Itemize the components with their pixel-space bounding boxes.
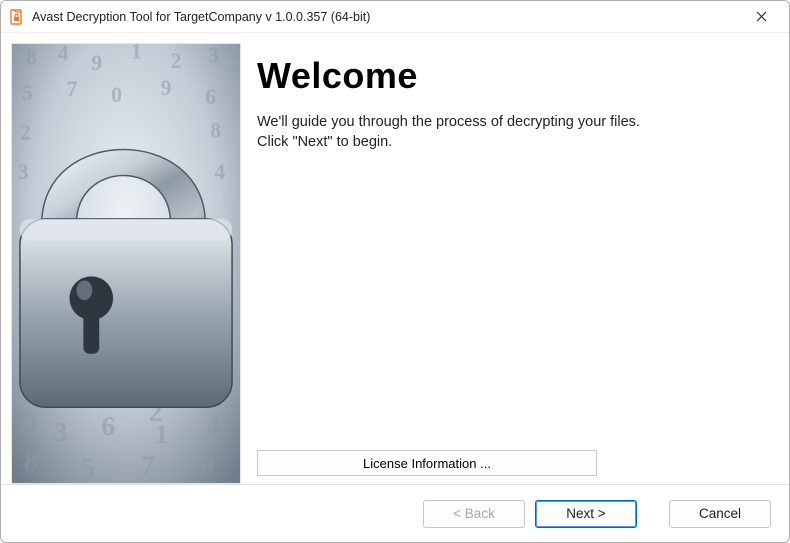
- svg-text:1: 1: [131, 44, 142, 63]
- svg-text:9: 9: [161, 76, 172, 100]
- back-button: < Back: [423, 500, 525, 528]
- svg-text:5: 5: [22, 81, 33, 105]
- dialog-window: Avast Decryption Tool for TargetCompany …: [0, 0, 790, 543]
- intro-line-2: Click "Next" to begin.: [257, 133, 765, 153]
- svg-text:4: 4: [214, 160, 225, 184]
- svg-text:2: 2: [20, 121, 31, 145]
- svg-text:4: 4: [206, 411, 220, 442]
- page-heading: Welcome: [257, 55, 765, 97]
- content-pane: Welcome We'll guide you through the proc…: [251, 43, 779, 484]
- svg-text:5: 5: [81, 453, 95, 483]
- window-title: Avast Decryption Tool for TargetCompany …: [32, 10, 739, 24]
- svg-text:0: 0: [111, 83, 122, 107]
- svg-text:2: 2: [171, 49, 182, 73]
- svg-text:9: 9: [91, 51, 102, 75]
- svg-text:6: 6: [101, 411, 115, 442]
- dialog-footer: < Back Next > Cancel: [1, 484, 789, 542]
- svg-text:3: 3: [18, 160, 29, 184]
- intro-line-1: We'll guide you through the process of d…: [257, 113, 765, 133]
- dialog-body: 849 123 570 96 28 43 D36 124 857 0: [1, 33, 789, 484]
- app-lock-icon: [9, 9, 25, 25]
- svg-text:3: 3: [54, 417, 68, 448]
- side-illustration: 849 123 570 96 28 43 D36 124 857 0: [11, 43, 241, 484]
- svg-text:0: 0: [200, 449, 214, 480]
- svg-text:8: 8: [26, 45, 37, 69]
- svg-text:7: 7: [141, 451, 155, 482]
- svg-text:8: 8: [24, 447, 38, 478]
- cancel-button[interactable]: Cancel: [669, 500, 771, 528]
- svg-text:D: D: [18, 407, 38, 438]
- svg-text:8: 8: [210, 119, 221, 143]
- svg-text:7: 7: [67, 77, 78, 101]
- license-info-button[interactable]: License Information ...: [257, 450, 597, 476]
- next-button[interactable]: Next >: [535, 500, 637, 528]
- titlebar: Avast Decryption Tool for TargetCompany …: [1, 1, 789, 33]
- svg-text:4: 4: [58, 44, 69, 65]
- svg-text:6: 6: [205, 85, 216, 109]
- svg-text:3: 3: [208, 44, 219, 67]
- close-button[interactable]: [739, 2, 783, 32]
